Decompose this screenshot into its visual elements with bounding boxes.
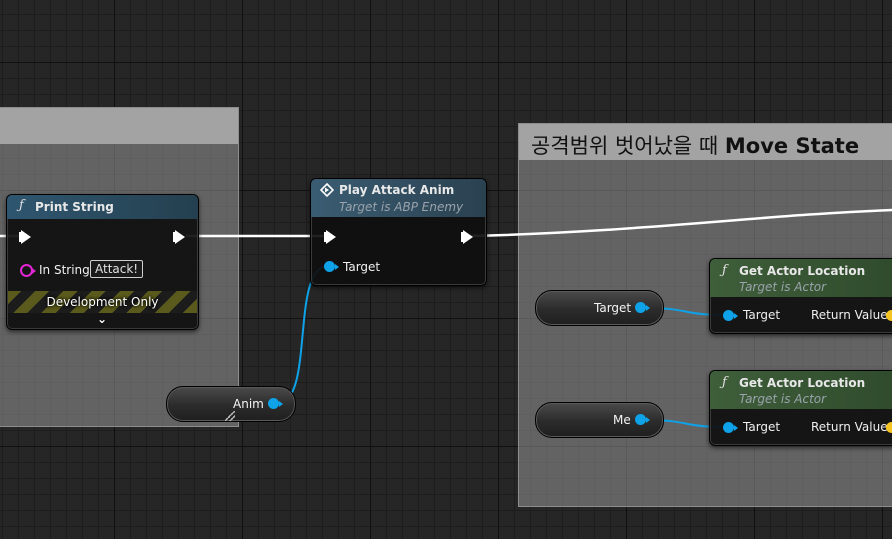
target-output-pin[interactable] (635, 302, 650, 313)
in-string-value-field[interactable]: Attack! (90, 260, 144, 278)
in-string-label: In String (39, 263, 90, 277)
anim-variable-node[interactable]: Anim (166, 386, 296, 422)
target-pin[interactable] (723, 422, 738, 433)
target-label: Target (343, 260, 381, 274)
get-actor-location-node[interactable]: ƒ Get Actor Location Target is Actor Tar… (709, 370, 892, 446)
target-variable-node[interactable]: Target (535, 290, 664, 326)
node-subtitle: Target is Actor (739, 392, 827, 406)
resize-grip-icon[interactable] (225, 411, 235, 421)
variable-label: Target (594, 301, 632, 315)
comment-title: 공격범위 벗어났을 때 Move State (531, 130, 859, 160)
return-value-pin[interactable] (886, 310, 892, 321)
node-title: Play Attack Anim (339, 183, 455, 197)
node-header[interactable]: Play Attack Anim Target is ABP Enemy (311, 179, 486, 217)
function-icon: ƒ (19, 198, 24, 213)
chevron-down-icon[interactable]: ⌄ (97, 312, 107, 326)
comment-title-bold: Move State (724, 134, 860, 158)
node-title: Get Actor Location (739, 264, 866, 278)
target-pin[interactable] (723, 310, 738, 321)
node-title: Print String (35, 200, 114, 214)
variable-label: Anim (233, 397, 264, 411)
variable-label: Me (613, 413, 631, 427)
exec-in-pin[interactable] (324, 230, 336, 244)
node-header[interactable]: ƒ Get Actor Location Target is Actor (710, 259, 892, 297)
development-only-label: Development Only (46, 295, 159, 309)
anim-output-pin[interactable] (268, 398, 283, 409)
node-subtitle: Target is Actor (739, 280, 827, 294)
object-wire[interactable] (277, 265, 329, 404)
me-variable-node[interactable]: Me (535, 402, 664, 438)
return-value-pin[interactable] (886, 422, 892, 433)
node-header[interactable]: ƒ Get Actor Location Target is Actor (710, 371, 892, 409)
return-value-label: Return Value (811, 308, 888, 322)
in-string-pin[interactable] (20, 264, 36, 277)
node-subtitle: Target is ABP Enemy (339, 200, 464, 214)
node-title: Get Actor Location (739, 376, 866, 390)
development-only-band: Development Only (8, 291, 197, 313)
target-label: Target (743, 308, 781, 322)
target-label: Target (743, 420, 781, 434)
comment-header[interactable] (0, 108, 238, 144)
return-value-label: Return Value (811, 420, 888, 434)
exec-in-pin[interactable] (19, 230, 31, 244)
comment-header[interactable]: 공격범위 벗어났을 때 Move State (519, 124, 892, 160)
get-actor-location-node[interactable]: ƒ Get Actor Location Target is Actor Tar… (709, 258, 892, 334)
node-header[interactable]: ƒ Print String (7, 195, 198, 219)
print-string-node[interactable]: ƒ Print String In String Attack! Develop… (6, 194, 199, 330)
event-diamond-icon (320, 183, 334, 197)
target-pin[interactable] (324, 261, 339, 272)
play-attack-anim-node[interactable]: Play Attack Anim Target is ABP Enemy Tar… (310, 178, 487, 286)
me-output-pin[interactable] (635, 414, 650, 425)
function-icon: ƒ (722, 263, 727, 278)
comment-title-prefix: 공격범위 벗어났을 때 (531, 134, 725, 158)
function-icon: ƒ (722, 375, 727, 390)
exec-out-pin[interactable] (461, 230, 473, 244)
exec-out-pin[interactable] (173, 230, 185, 244)
